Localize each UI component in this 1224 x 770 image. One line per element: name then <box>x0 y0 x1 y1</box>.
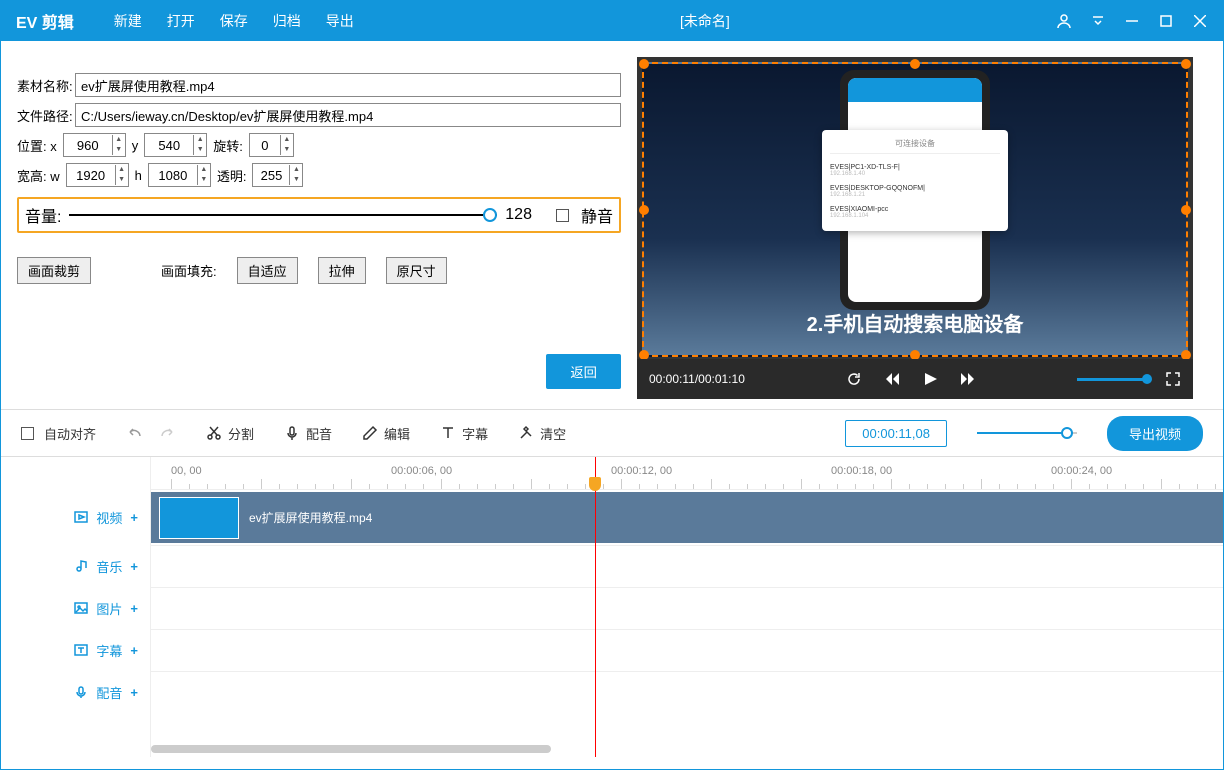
preview-time: 00:00:11/00:01:10 <box>649 372 745 386</box>
add-music-track[interactable]: + <box>130 559 138 574</box>
rotate-label: 旋转: <box>213 136 243 155</box>
file-path-input[interactable] <box>75 103 621 127</box>
timeline-area: 视频+ 音乐+ 图片+ 字幕+ 配音+ 00, 0000:00:06, 0000… <box>1 457 1223 757</box>
alpha-label: 透明: <box>217 166 247 185</box>
music-track-label: 音乐+ <box>1 545 150 587</box>
rotate-spinner[interactable]: ▲▼ <box>249 133 294 157</box>
mute-label: 静音 <box>581 203 613 227</box>
file-path-label: 文件路径: <box>17 106 75 125</box>
volume-value: 128 <box>505 206 532 224</box>
subtitle-track-row[interactable] <box>151 629 1223 671</box>
horizontal-scrollbar[interactable] <box>151 745 1223 755</box>
clip-thumbnail <box>159 497 239 539</box>
track-labels: 视频+ 音乐+ 图片+ 字幕+ 配音+ <box>1 457 151 757</box>
video-clip[interactable]: ev扩展屏使用教程.mp4 <box>151 492 1223 543</box>
forward-icon[interactable] <box>960 371 976 387</box>
clear-button[interactable]: 清空 <box>518 424 566 443</box>
audio-track-label: 配音+ <box>1 671 150 713</box>
dub-button[interactable]: 配音 <box>284 424 332 443</box>
app-logo: EV 剪辑 <box>16 9 74 33</box>
volume-label: 音量: <box>25 203 61 227</box>
alpha-spinner[interactable]: ▲▼ <box>252 163 303 187</box>
fullscreen-icon[interactable] <box>1165 371 1181 387</box>
height-label: h <box>135 168 142 183</box>
reload-icon[interactable] <box>846 371 862 387</box>
time-ruler[interactable]: 00, 0000:00:06, 0000:00:12, 0000:00:18, … <box>151 457 1223 489</box>
play-icon[interactable] <box>922 371 938 387</box>
user-icon[interactable] <box>1056 13 1072 29</box>
position-label: 位置: x <box>17 136 57 155</box>
crop-button[interactable]: 画面裁剪 <box>17 257 91 284</box>
slider-thumb[interactable] <box>483 208 497 222</box>
video-track-row[interactable]: ev扩展屏使用教程.mp4 <box>151 489 1223 545</box>
document-title: [未命名] <box>354 11 1056 31</box>
volume-row: 音量: 128 静音 <box>17 197 621 233</box>
stretch-button[interactable]: 拉伸 <box>318 257 366 284</box>
tracks-container: 00, 0000:00:06, 0000:00:12, 0000:00:18, … <box>151 457 1223 757</box>
preview-canvas[interactable]: 可连接设备 EVES|PC1-XD-TLS-F|192.168.1.40 EVE… <box>642 62 1188 357</box>
split-button[interactable]: 分割 <box>206 424 254 443</box>
rewind-icon[interactable] <box>884 371 900 387</box>
menu-open[interactable]: 打开 <box>167 11 195 31</box>
menu-export[interactable]: 导出 <box>326 11 354 31</box>
zoom-slider[interactable] <box>977 432 1077 434</box>
preview-panel: 可连接设备 EVES|PC1-XD-TLS-F|192.168.1.40 EVE… <box>637 57 1193 399</box>
audio-track-row[interactable] <box>151 671 1223 713</box>
add-video-track[interactable]: + <box>130 510 138 525</box>
subtitle-track-label: 字幕+ <box>1 629 150 671</box>
image-track-row[interactable] <box>151 587 1223 629</box>
video-track-label: 视频+ <box>1 489 150 545</box>
add-subtitle-track[interactable]: + <box>130 643 138 658</box>
return-button[interactable]: 返回 <box>546 354 621 389</box>
subtitle-button[interactable]: 字幕 <box>440 424 488 443</box>
close-icon[interactable] <box>1192 13 1208 29</box>
material-name-input[interactable] <box>75 73 621 97</box>
up-arrow-icon[interactable]: ▲ <box>113 135 125 145</box>
add-image-track[interactable]: + <box>130 601 138 616</box>
main-menu: 新建 打开 保存 归档 导出 <box>114 11 354 31</box>
properties-panel: 素材名称: 文件路径: 位置: x ▲▼ y ▲▼ 旋转: ▲▼ 宽高: w ▲… <box>1 41 637 399</box>
add-audio-track[interactable]: + <box>130 685 138 700</box>
redo-icon[interactable] <box>158 423 176 444</box>
edit-button[interactable]: 编辑 <box>362 424 410 443</box>
preview-caption: 2.手机自动搜索电脑设备 <box>644 308 1186 337</box>
timecode-display[interactable]: 00:00:11,08 <box>845 420 947 447</box>
pos-y-label: y <box>132 138 139 153</box>
playhead[interactable] <box>595 457 596 757</box>
fit-button[interactable]: 自适应 <box>237 257 298 284</box>
down-arrow-icon[interactable]: ▼ <box>113 145 125 155</box>
auto-align-checkbox[interactable]: 自动对齐 <box>21 424 96 443</box>
device-popup: 可连接设备 EVES|PC1-XD-TLS-F|192.168.1.40 EVE… <box>822 130 1008 231</box>
menu-save[interactable]: 保存 <box>220 11 248 31</box>
volume-preview-slider[interactable] <box>1077 378 1147 381</box>
pos-y-spinner[interactable]: ▲▼ <box>144 133 207 157</box>
menu-archive[interactable]: 归档 <box>273 11 301 31</box>
size-label: 宽高: w <box>17 166 60 185</box>
clip-name: ev扩展屏使用教程.mp4 <box>249 509 372 526</box>
maximize-icon[interactable] <box>1158 13 1174 29</box>
image-track-label: 图片+ <box>1 587 150 629</box>
original-size-button[interactable]: 原尺寸 <box>386 257 447 284</box>
width-spinner[interactable]: ▲▼ <box>66 163 129 187</box>
minimize-icon[interactable] <box>1124 13 1140 29</box>
material-name-label: 素材名称: <box>17 76 75 95</box>
export-video-button[interactable]: 导出视频 <box>1107 416 1203 451</box>
titlebar: EV 剪辑 新建 打开 保存 归档 导出 [未命名] <box>1 1 1223 41</box>
volume-slider[interactable] <box>69 214 497 216</box>
mute-checkbox[interactable] <box>556 209 569 222</box>
undo-icon[interactable] <box>126 423 144 444</box>
timeline-toolbar: 自动对齐 分割 配音 编辑 字幕 清空 00:00:11,08 导出视频 <box>1 409 1223 457</box>
phone-mockup: 可连接设备 EVES|PC1-XD-TLS-F|192.168.1.40 EVE… <box>840 70 990 310</box>
music-track-row[interactable] <box>151 545 1223 587</box>
dropdown-icon[interactable] <box>1090 13 1106 29</box>
fill-label: 画面填充: <box>161 261 217 280</box>
pos-x-spinner[interactable]: ▲▼ <box>63 133 126 157</box>
menu-new[interactable]: 新建 <box>114 11 142 31</box>
height-spinner[interactable]: ▲▼ <box>148 163 211 187</box>
preview-controls: 00:00:11/00:01:10 <box>637 359 1193 399</box>
